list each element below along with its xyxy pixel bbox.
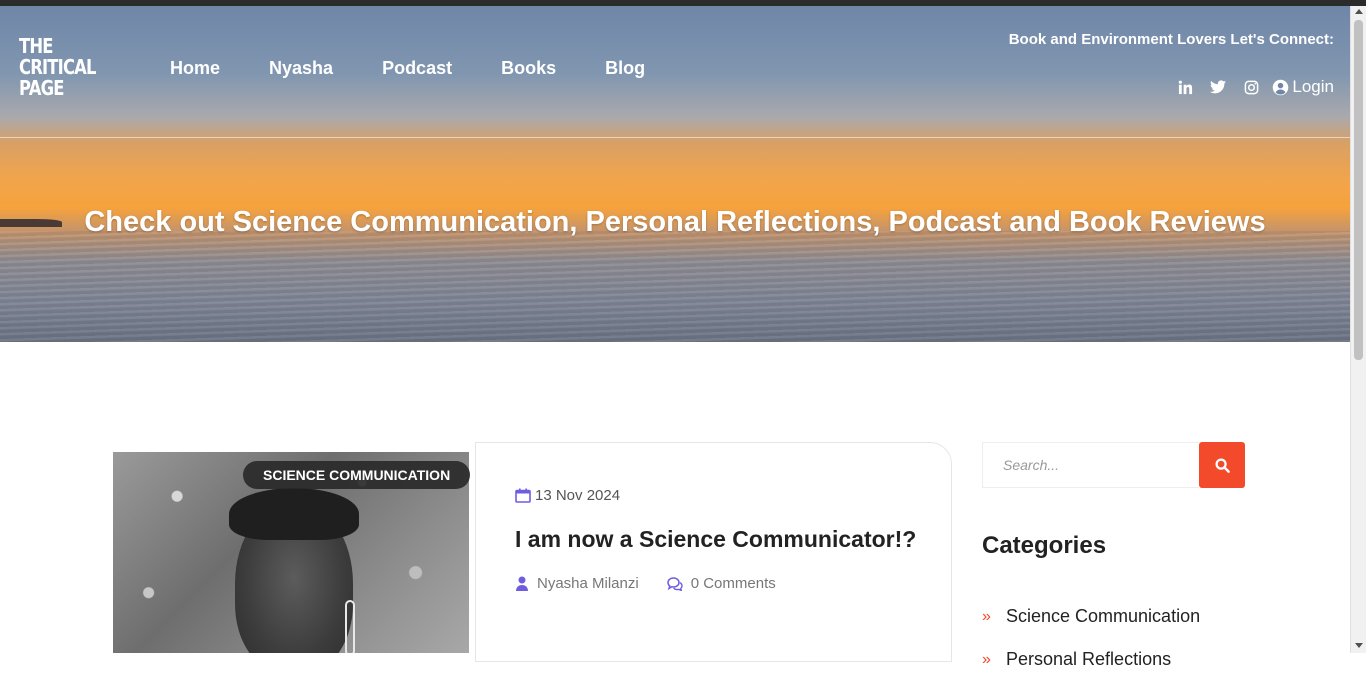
calendar-icon (515, 488, 531, 503)
hero-banner: THE CRITICAL PAGE Home Nyasha Podcast Bo… (0, 6, 1350, 342)
post-author[interactable]: Nyasha Milanzi (515, 575, 639, 592)
nav-books[interactable]: Books (501, 58, 556, 79)
post-date-text: 13 Nov 2024 (535, 487, 621, 504)
chevron-right-icon: » (982, 607, 991, 625)
logo-line-3: PAGE (19, 76, 64, 100)
scroll-down-arrow[interactable] (1355, 643, 1363, 648)
main-nav: Home Nyasha Podcast Books Blog (170, 58, 694, 79)
sidebar-search (982, 442, 1245, 488)
category-item[interactable]: » Personal Reflections (982, 638, 1200, 681)
comments-icon (666, 576, 683, 591)
categories-list: » Science Communication » Personal Refle… (982, 595, 1200, 681)
user-circle-icon (1273, 79, 1289, 95)
linkedin-icon[interactable] (1176, 78, 1194, 96)
chevron-right-icon: » (982, 650, 991, 668)
nav-blog[interactable]: Blog (605, 58, 645, 79)
connect-text: Book and Environment Lovers Let's Connec… (1008, 31, 1334, 48)
twitter-icon[interactable] (1209, 78, 1227, 96)
site-logo[interactable]: THE CRITICAL PAGE (19, 34, 97, 100)
post-date: 13 Nov 2024 (515, 487, 620, 504)
post-title[interactable]: I am now a Science Communicator!? (515, 526, 916, 553)
user-icon (516, 576, 528, 591)
search-button[interactable] (1199, 442, 1245, 488)
nav-home[interactable]: Home (170, 58, 220, 79)
social-links: Login (1161, 77, 1334, 97)
header-divider (0, 137, 1350, 138)
category-label: Science Communication (1006, 606, 1201, 626)
instagram-icon[interactable] (1242, 78, 1260, 96)
scroll-up-arrow[interactable] (1355, 9, 1363, 14)
nav-podcast[interactable]: Podcast (382, 58, 452, 79)
hero-sea (0, 231, 1350, 342)
page-scrollbar[interactable] (1350, 6, 1366, 653)
categories-heading: Categories (982, 532, 1107, 559)
login-button[interactable]: Login (1272, 77, 1334, 97)
post-comments[interactable]: 0 Comments (666, 575, 776, 592)
post-author-name: Nyasha Milanzi (537, 575, 639, 592)
post-meta: Nyasha Milanzi 0 Comments (515, 575, 804, 592)
category-label: Personal Reflections (1006, 649, 1172, 669)
logo-line-2: CRITICAL (19, 55, 97, 79)
scrollbar-thumb[interactable] (1354, 20, 1363, 360)
category-badge[interactable]: SCIENCE COMMUNICATION (243, 461, 471, 489)
logo-line-1: THE (19, 34, 53, 58)
login-label: Login (1292, 77, 1334, 96)
category-item[interactable]: » Science Communication (982, 595, 1200, 638)
portrait-hair (229, 488, 359, 540)
post-excerpt (515, 640, 915, 654)
hero-title: Check out Science Communication, Persona… (84, 206, 1266, 238)
search-input[interactable] (982, 442, 1199, 488)
nav-nyasha[interactable]: Nyasha (269, 58, 333, 79)
search-icon (1214, 457, 1230, 473)
post-comments-count: 0 Comments (690, 575, 776, 592)
portrait-earring (345, 600, 355, 653)
